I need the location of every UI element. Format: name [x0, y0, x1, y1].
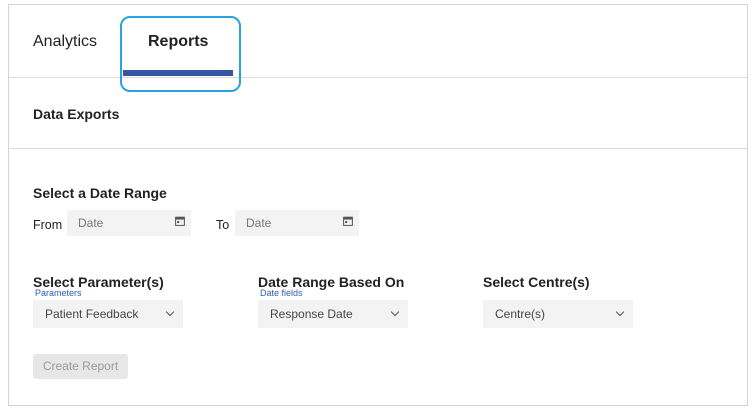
date-basis-select[interactable]: Response Date — [258, 300, 408, 328]
to-date-input[interactable]: Date — [235, 210, 359, 236]
calendar-icon[interactable] — [343, 216, 353, 226]
centres-value: Centre(s) — [495, 307, 546, 321]
tab-focus-ring — [120, 16, 241, 92]
date-range-heading: Select a Date Range — [33, 185, 167, 201]
calendar-icon[interactable] — [175, 216, 185, 226]
from-date-input[interactable]: Date — [67, 210, 191, 236]
to-date-placeholder: Date — [246, 216, 272, 230]
centres-heading: Select Centre(s) — [483, 274, 590, 290]
chevron-down-icon — [165, 307, 175, 317]
tab-analytics[interactable]: Analytics — [33, 33, 97, 51]
create-report-button[interactable]: Create Report — [33, 354, 128, 379]
to-label: To — [216, 218, 230, 232]
section-title: Data Exports — [33, 106, 120, 122]
chevron-down-icon — [615, 307, 625, 317]
centres-select[interactable]: Centre(s) — [483, 300, 633, 328]
parameters-value: Patient Feedback — [45, 307, 139, 321]
reports-card: Analytics Reports Data Exports Select a … — [8, 4, 748, 406]
from-date-placeholder: Date — [78, 216, 104, 230]
date-basis-value: Response Date — [270, 307, 353, 321]
divider — [9, 148, 747, 149]
parameters-select[interactable]: Patient Feedback — [33, 300, 183, 328]
date-basis-caption: Date fields — [260, 288, 303, 298]
chevron-down-icon — [390, 307, 400, 317]
parameters-caption: Parameters — [35, 288, 82, 298]
from-label: From — [33, 218, 63, 232]
